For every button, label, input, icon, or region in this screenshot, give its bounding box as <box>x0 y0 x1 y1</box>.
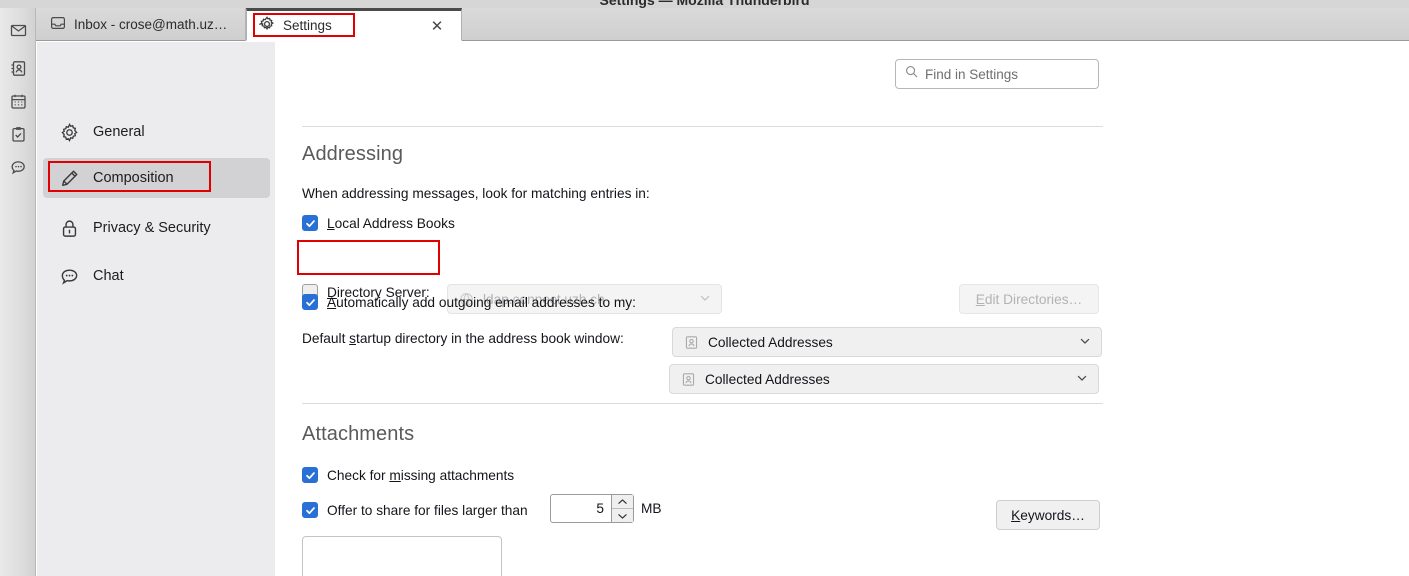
edit-directories-label: Edit Directories… <box>976 292 1083 307</box>
calendar-icon[interactable] <box>6 89 30 113</box>
pencil-icon <box>59 168 79 188</box>
check-missing-label-rest: issing attachments <box>400 467 515 483</box>
file-size-stepper[interactable]: 5 <box>550 494 634 523</box>
address-card-icon <box>683 334 699 350</box>
auto-add-outgoing-label-rest: utomatically add outgoing email addresse… <box>336 294 636 310</box>
section-divider <box>302 126 1103 127</box>
chat-bubble-icon <box>59 266 79 286</box>
sidebar-item-composition[interactable]: Composition <box>43 158 270 198</box>
local-address-books-label: Local Address Books <box>327 216 455 231</box>
tab-close-button[interactable]: ✕ <box>428 17 446 35</box>
local-address-books-checkbox[interactable] <box>302 215 318 231</box>
offer-share-row[interactable]: Offer to share for files larger than <box>302 502 528 518</box>
edit-directories-label-rest: dit Directories… <box>984 291 1083 307</box>
local-address-books-label-accesskey: L <box>327 215 335 231</box>
search-icon <box>905 65 918 83</box>
chat-icon[interactable] <box>6 155 30 179</box>
startup-directory-dropdown[interactable]: Collected Addresses <box>669 364 1099 394</box>
tab-inbox[interactable]: Inbox - crose@math.uzh.ch <box>38 8 246 41</box>
gear-icon <box>59 122 79 142</box>
sidebar-item-privacy-security[interactable]: Privacy & Security <box>43 208 270 248</box>
offer-share-checkbox[interactable] <box>302 502 318 518</box>
check-missing-label-pre: Check for <box>327 467 390 483</box>
check-missing-attachments-checkbox[interactable] <box>302 467 318 483</box>
search-box[interactable] <box>895 59 1099 89</box>
address-book-icon[interactable] <box>6 56 30 80</box>
file-size-unit: MB <box>641 501 662 516</box>
auto-add-outgoing-accesskey: A <box>327 294 337 310</box>
sidebar-item-label: Chat <box>93 268 124 284</box>
check-missing-attachments-row[interactable]: Check for missing attachments <box>302 467 514 483</box>
window-titlebar: Settings — Mozilla Thunderbird <box>0 0 1409 8</box>
window-title: Settings — Mozilla Thunderbird <box>599 0 810 8</box>
stepper-up-icon[interactable] <box>612 495 633 509</box>
section-heading-attachments: Attachments <box>302 423 415 445</box>
startup-directory-value: Collected Addresses <box>705 371 830 387</box>
gear-icon <box>258 16 275 35</box>
chevron-down-icon <box>1076 372 1088 387</box>
tab-inbox-label: Inbox - crose@math.uzh.ch <box>74 17 233 32</box>
local-address-books-row[interactable]: Local Address Books <box>302 215 455 231</box>
edit-directories-button[interactable]: Edit Directories… <box>959 284 1099 314</box>
check-missing-accesskey: m <box>389 467 401 483</box>
search-input[interactable] <box>925 66 1093 82</box>
auto-add-outgoing-label: Automatically add outgoing email address… <box>327 295 636 310</box>
check-missing-attachments-label: Check for missing attachments <box>327 468 514 483</box>
local-address-books-label-rest: ocal Address Books <box>334 215 455 231</box>
tab-settings-label: Settings <box>283 18 332 33</box>
keywords-label-rest: eywords… <box>1020 507 1085 523</box>
edit-directories-accesskey: E <box>975 291 985 307</box>
file-size-stepper-buttons <box>611 495 633 522</box>
auto-add-target-value: Collected Addresses <box>708 334 833 350</box>
spaces-toolbar <box>0 8 36 576</box>
keywords-button[interactable]: Keywords… <box>996 500 1100 530</box>
sidebar-item-label: Composition <box>93 170 174 186</box>
settings-content-pane: Addressing When addressing messages, loo… <box>275 42 1409 576</box>
startup-directory-accesskey: s <box>349 331 357 346</box>
keywords-accesskey: K <box>1011 507 1021 523</box>
auto-add-outgoing-checkbox[interactable] <box>302 294 318 310</box>
startup-directory-label-pre: Default <box>302 331 350 346</box>
settings-nav-sidebar: General Composition Privacy & Security C… <box>37 42 275 576</box>
section-heading-addressing: Addressing <box>302 143 404 165</box>
section-divider <box>302 403 1103 404</box>
inbox-icon <box>50 15 66 34</box>
addressing-description: When addressing messages, look for match… <box>302 186 650 201</box>
sidebar-item-chat[interactable]: Chat <box>43 256 270 296</box>
sidebar-item-label: General <box>93 124 145 140</box>
mail-icon[interactable] <box>6 18 30 42</box>
address-card-icon <box>680 371 696 387</box>
auto-add-outgoing-row[interactable]: Automatically add outgoing email address… <box>302 294 636 310</box>
stepper-down-icon[interactable] <box>612 509 633 522</box>
offer-share-label: Offer to share for files larger than <box>327 502 528 518</box>
tasks-icon[interactable] <box>6 122 30 146</box>
attachment-keywords-listbox[interactable] <box>302 536 502 576</box>
sidebar-item-general[interactable]: General <box>43 112 270 152</box>
keywords-button-label: Keywords… <box>1011 508 1085 523</box>
auto-add-target-dropdown[interactable]: Collected Addresses <box>672 327 1102 357</box>
lock-icon <box>59 218 79 238</box>
tab-bar: Inbox - crose@math.uzh.ch Settings ✕ <box>0 8 1409 41</box>
thunderbird-settings-window: Settings — Mozilla Thunderbird Inbox - c… <box>0 0 1409 576</box>
sidebar-item-label: Privacy & Security <box>93 220 211 236</box>
startup-directory-label: Default startup directory in the address… <box>302 331 624 346</box>
chevron-down-icon <box>699 292 711 307</box>
startup-directory-label-rest: tartup directory in the address book win… <box>356 331 624 346</box>
file-size-value[interactable]: 5 <box>551 495 611 522</box>
chevron-down-icon <box>1079 335 1091 350</box>
